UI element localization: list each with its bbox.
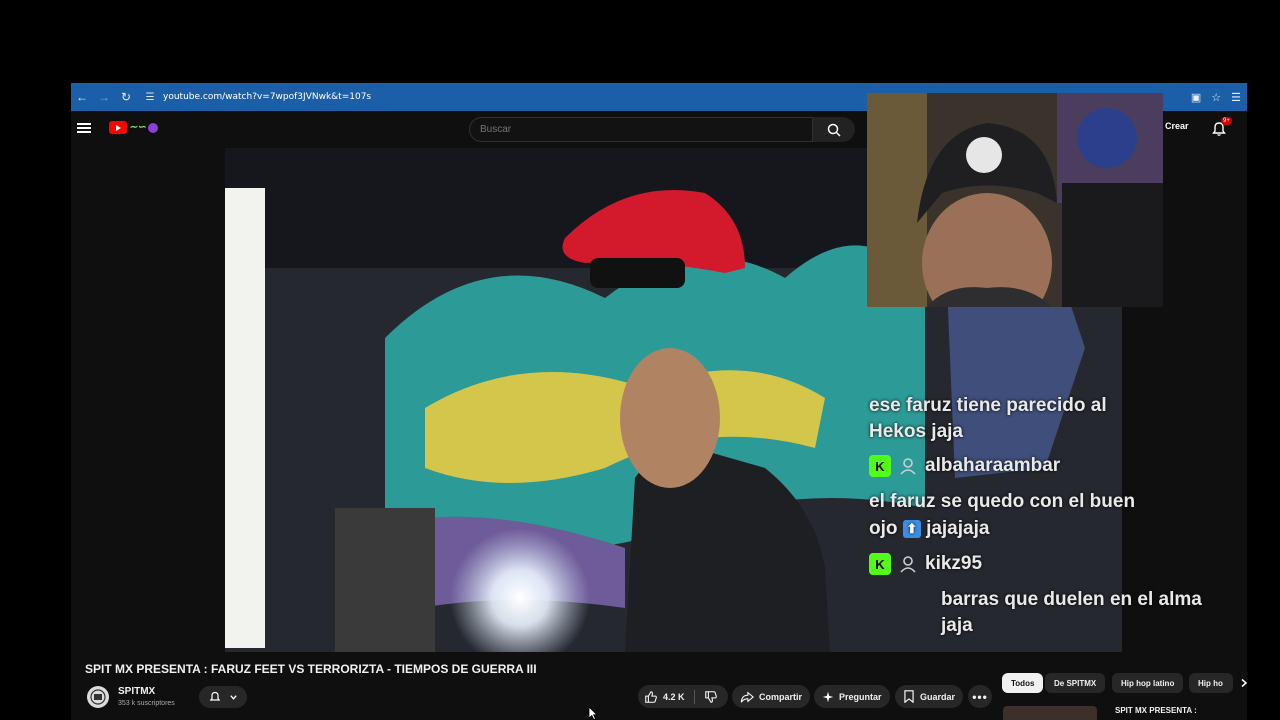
bookmark-star-icon[interactable]: ☆ [1211, 91, 1221, 104]
chat-username: albaharaambar [925, 455, 1061, 476]
like-count[interactable]: 4.2 K [663, 692, 685, 702]
chip-hip-hop[interactable]: Hip ho [1189, 673, 1233, 693]
user-icon [900, 556, 916, 573]
chat-user-row: K albaharaambar [869, 455, 1060, 477]
chat-message-line: el faruz se quedo con el buen [869, 491, 1136, 512]
chat-message-line: Hekos jaja [869, 421, 963, 442]
media-icon[interactable]: ☰ [1231, 91, 1241, 104]
webcam-image [867, 93, 1163, 307]
share-button[interactable]: Compartir [732, 685, 811, 708]
create-button[interactable]: Crear [1165, 121, 1189, 131]
sparkle-icon [822, 691, 834, 702]
chat-message-line: barras que duelen en el alma [941, 589, 1202, 610]
chip-de-spitmx[interactable]: De SPITMX [1045, 673, 1106, 693]
recommendation-thumbnail[interactable] [1003, 706, 1097, 720]
site-info-icon[interactable]: ☰ [141, 83, 159, 111]
ask-label: Preguntar [839, 691, 882, 702]
subscription-bell-button[interactable] [199, 686, 247, 708]
chip-hip-hop-latino[interactable]: Hip hop latino [1112, 673, 1184, 693]
back-icon[interactable]: ← [71, 83, 93, 111]
chevron-right-icon[interactable] [1239, 678, 1249, 688]
chat-message-line: ojo ⬆ jajajaja [869, 518, 989, 540]
streamer-webcam [867, 93, 1163, 307]
doodle-icon: ∼∽ [129, 122, 146, 133]
search-button[interactable] [813, 117, 855, 142]
recommendation-title[interactable]: SPIT MX PRESENTA : [1115, 706, 1197, 715]
chat-text: ojo [869, 518, 898, 539]
more-horizontal-icon: ••• [972, 689, 988, 704]
url-text[interactable]: youtube.com/watch?v=7wpof3JVNwk&t=107s [163, 92, 371, 102]
user-icon [900, 458, 916, 475]
share-label: Compartir [759, 691, 803, 702]
search-icon [827, 123, 841, 137]
kick-icon: K [869, 553, 891, 575]
subscriber-count: 353 k suscriptores [118, 700, 175, 707]
dislike-icon[interactable] [704, 690, 718, 704]
kick-icon: K [869, 455, 891, 477]
reload-icon[interactable]: ↻ [115, 83, 137, 111]
notifications-badge: 9+ [1221, 117, 1232, 125]
bell-icon [209, 691, 220, 701]
more-actions-button[interactable]: ••• [968, 685, 992, 708]
channel-logo-icon [90, 689, 106, 705]
like-icon[interactable] [644, 690, 658, 704]
chip-todos[interactable]: Todos [1002, 673, 1044, 693]
save-button[interactable]: Guardar [895, 685, 964, 708]
save-label: Guardar [920, 691, 956, 702]
search-box [469, 117, 813, 142]
forward-icon[interactable]: → [93, 83, 115, 111]
ask-button[interactable]: Preguntar [814, 685, 890, 708]
chat-text: jajajaja [926, 518, 990, 539]
youtube-logo[interactable]: ∼∽ [109, 121, 158, 134]
chat-username: kikz95 [925, 553, 983, 574]
youtube-play-icon [109, 121, 127, 134]
like-dislike-group: 4.2 K [638, 685, 728, 708]
chat-overlay: ese faruz tiene parecido al Hekos jaja K… [863, 315, 1165, 575]
bookmark-icon [904, 690, 914, 703]
up-arrow-emoji-icon: ⬆ [902, 519, 921, 538]
divider [693, 689, 695, 704]
chevron-down-icon [229, 694, 237, 700]
install-icon[interactable]: ▣ [1191, 91, 1201, 104]
chat-user-row: K kikz95 [869, 553, 982, 575]
video-title: SPIT MX PRESENTA : FARUZ FEET VS TERRORI… [85, 662, 537, 676]
chat-message-line: jaja [941, 615, 973, 636]
share-icon [740, 691, 754, 703]
channel-name[interactable]: SPITMX [118, 686, 155, 697]
search-input[interactable] [470, 118, 812, 141]
chat-message-line: ese faruz tiene parecido al [869, 395, 1107, 416]
channel-avatar[interactable] [87, 686, 109, 708]
doodle-dot-icon [147, 122, 158, 133]
screen: ← → ↻ ☰ youtube.com/watch?v=7wpof3JVNwk&… [0, 0, 1280, 720]
mouse-cursor-icon [588, 706, 598, 720]
hamburger-menu-icon[interactable] [77, 121, 91, 135]
